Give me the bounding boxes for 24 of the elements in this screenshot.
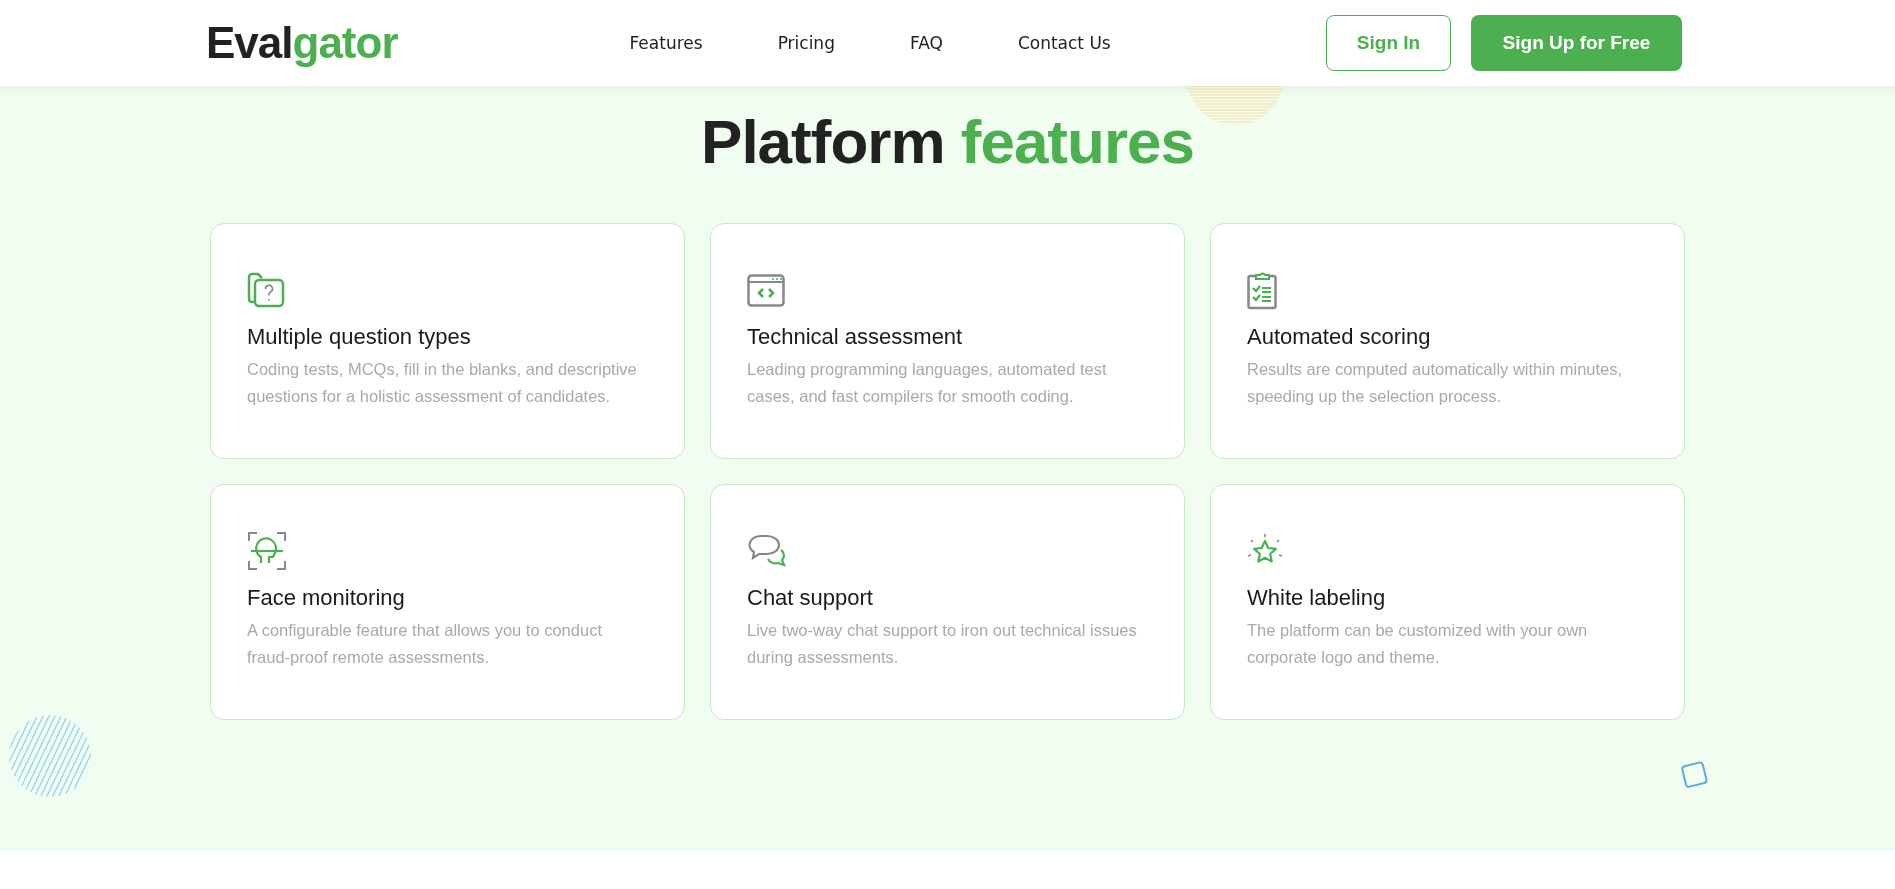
logo[interactable]: Evalgator [206, 18, 398, 68]
feature-description: Coding tests, MCQs, fill in the blanks, and descriptive questions for a holistic assessment of candidates. [247, 359, 638, 407]
section-title: Platform features [701, 106, 1194, 177]
feature-description: Live two-way chat support to iron out technical issues during assessments. [747, 620, 1138, 668]
square-outline-decoration [1680, 760, 1710, 790]
chat-bubbles-icon [747, 534, 789, 568]
clipboard-checklist-icon [1247, 270, 1277, 310]
feature-description: Leading programming languages, automated test cases, and fast compilers for smooth coding. [747, 359, 1108, 407]
feature-title: Multiple question types [247, 324, 472, 350]
nav-link[interactable]: FAQ [909, 33, 943, 53]
code-window-icon [747, 273, 785, 307]
feature-description: A configurable feature that allows you to conduct fraud-proof remote assessments. [247, 620, 603, 668]
face-scan-icon [247, 531, 287, 571]
folder-question-icon [247, 272, 285, 308]
feature-description: Results are computed automatically within minutes, speeding up the selection process. [1247, 359, 1624, 407]
nav-link[interactable]: Pricing [777, 33, 835, 53]
feature-title: Chat support [747, 585, 874, 611]
feature-title: White labeling [1247, 585, 1387, 611]
feature-title: Automated scoring [1247, 324, 1432, 350]
feature-title: Face monitoring [247, 585, 406, 611]
feature-description: The platform can be customized with your own corporate logo and theme. [1247, 620, 1589, 668]
feature-title: Technical assessment [747, 324, 964, 350]
nav-link[interactable]: Features [629, 33, 703, 53]
nav-link[interactable]: Contact Us [1017, 33, 1111, 53]
